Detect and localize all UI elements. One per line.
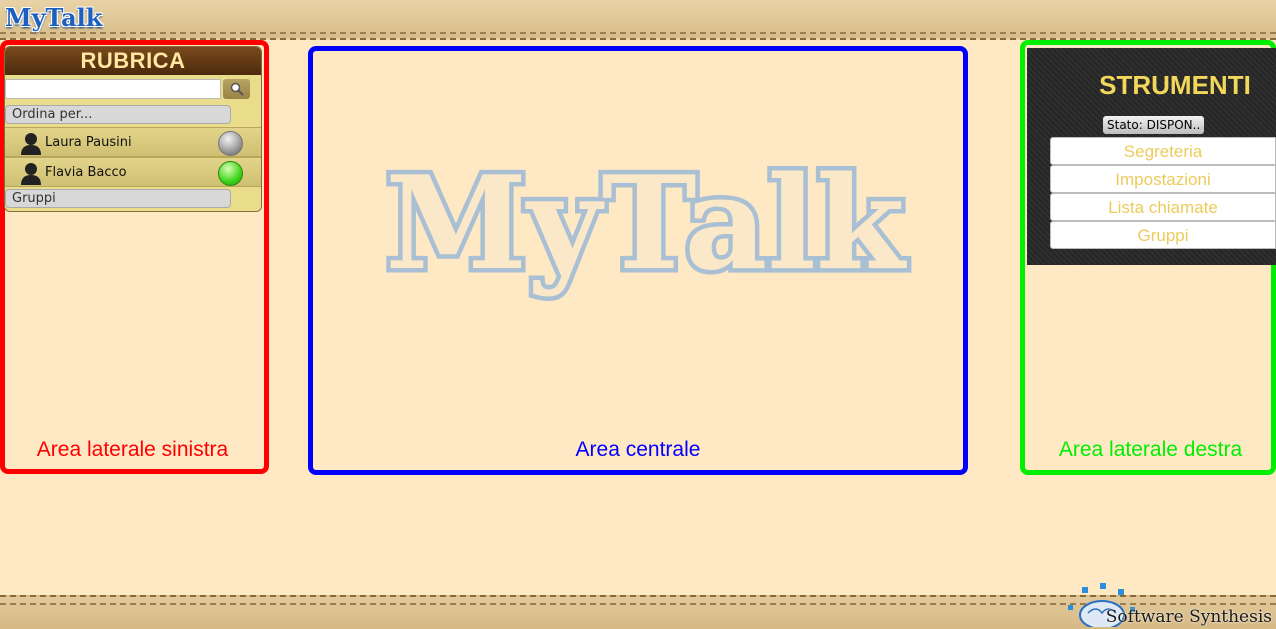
voicemail-button[interactable]: Segreteria bbox=[1050, 137, 1276, 165]
contact-name: Laura Pausini bbox=[45, 135, 132, 150]
contact-name: Flavia Bacco bbox=[45, 165, 127, 180]
app-logo: MyTalk bbox=[5, 3, 103, 32]
header-bar: MyTalk bbox=[0, 0, 1276, 40]
center-logo-text: MyTalk bbox=[385, 149, 907, 299]
status-online-icon bbox=[218, 161, 243, 186]
sort-by-select[interactable]: Ordina per... bbox=[5, 105, 231, 124]
left-area-label: Area laterale sinistra bbox=[36, 438, 229, 461]
center-area-label: Area centrale bbox=[575, 438, 701, 461]
status-selector[interactable]: Stato: DISPON.. bbox=[1103, 116, 1205, 134]
search-icon bbox=[230, 82, 244, 96]
brand-logo: Software Synthesis bbox=[1062, 583, 1272, 627]
rubrica-title: RUBRICA bbox=[5, 47, 261, 75]
groups-button[interactable]: Gruppi bbox=[5, 189, 231, 208]
call-list-button[interactable]: Lista chiamate bbox=[1050, 193, 1276, 221]
right-area-label: Area laterale destra bbox=[1058, 438, 1243, 461]
status-offline-icon bbox=[218, 131, 243, 156]
settings-button[interactable]: Impostazioni bbox=[1050, 165, 1276, 193]
tools-title: STRUMENTI bbox=[1099, 70, 1251, 100]
brand-text: Software Synthesis bbox=[1105, 607, 1272, 627]
search-button[interactable] bbox=[223, 79, 250, 99]
contact-item[interactable]: Laura Pausini bbox=[5, 127, 261, 157]
tools-panel: STRUMENTI Stato: DISPON.. Segreteria Imp… bbox=[1027, 48, 1276, 265]
contact-search-input[interactable] bbox=[5, 79, 221, 99]
person-icon bbox=[21, 163, 41, 185]
footer-bar: Software Synthesis bbox=[0, 583, 1276, 629]
contact-item[interactable]: Flavia Bacco bbox=[5, 157, 261, 187]
rubrica-panel: RUBRICA Ordina per... Laura Pausini Flav… bbox=[4, 46, 262, 212]
groups-tool-button[interactable]: Gruppi bbox=[1050, 221, 1276, 249]
center-logo: MyTalk bbox=[381, 145, 912, 304]
person-icon bbox=[21, 133, 41, 155]
